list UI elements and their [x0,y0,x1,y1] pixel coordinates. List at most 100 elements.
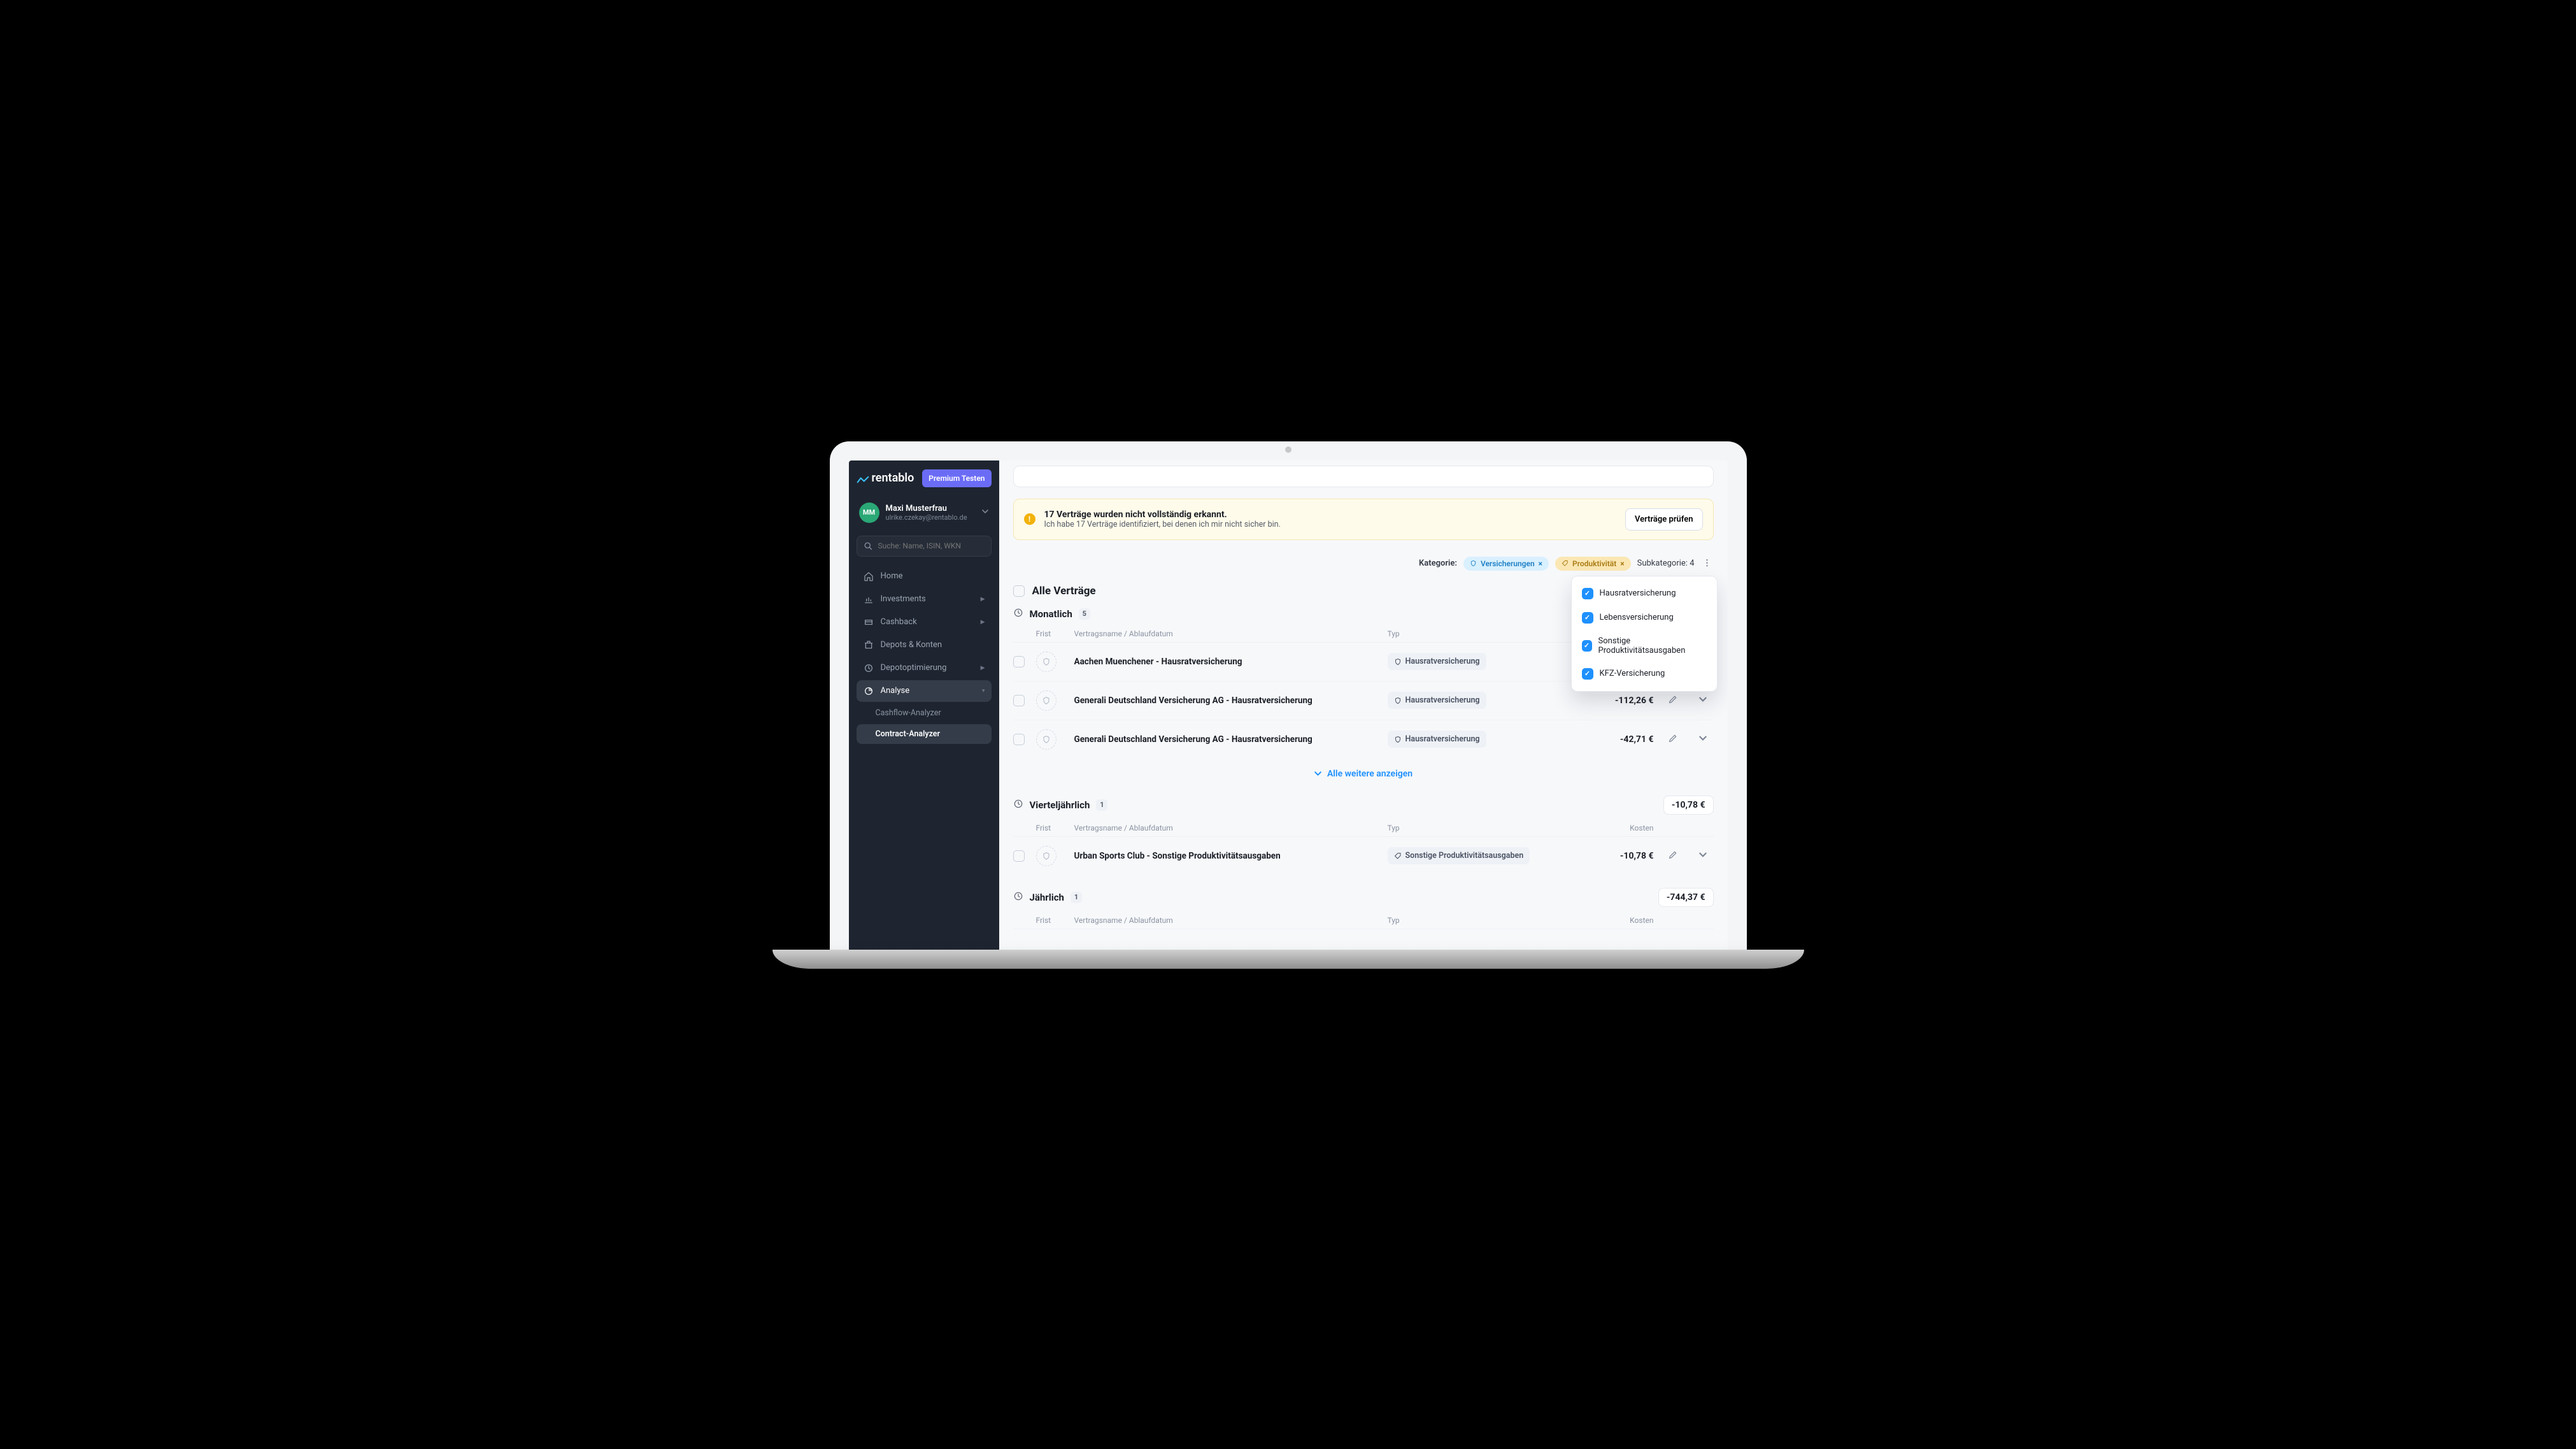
check-icon: ✓ [1582,612,1593,624]
nav-label: Cashback [881,617,917,627]
table-row: Generali Deutschland Versicherung AG - H… [1013,720,1714,759]
popover-option-sonstige[interactable]: ✓Sonstige Produktivitätsausgaben [1572,630,1717,662]
subcategory-popover: ✓Hausratversicherung ✓Lebensversicherung… [1571,576,1718,692]
row-type-tag[interactable]: Hausratversicherung [1388,653,1486,670]
chip-label: Produktivität [1572,559,1616,568]
subcategory-label[interactable]: Subkategorie: 4 [1637,559,1695,568]
chevron-down-icon: ▾ [982,688,985,694]
group-count: 5 [1079,608,1090,620]
subnav-contract[interactable]: Contract-Analyzer [857,724,992,744]
tag-icon [1562,560,1569,567]
frist-placeholder-icon[interactable] [1036,729,1057,750]
row-type-label: Hausratversicherung [1405,734,1480,744]
row-checkbox[interactable] [1013,850,1025,862]
shield-icon [1394,697,1402,704]
check-icon: ✓ [1582,640,1592,652]
warning-icon: ! [1024,513,1035,525]
main-content: ! 17 Verträge wurden nicht vollständig e… [999,460,1728,957]
search-input[interactable] [878,541,985,550]
row-name: Urban Sports Club - Sonstige Produktivit… [1074,851,1383,861]
edit-button[interactable] [1659,850,1687,862]
chip-close-icon[interactable]: × [1539,559,1542,568]
user-profile[interactable]: MM Maxi Musterfrau ulrike.czekay@rentabl… [857,499,992,527]
row-type-tag[interactable]: Sonstige Produktivitätsausgaben [1388,847,1530,864]
premium-button[interactable]: Premium Testen [922,469,991,487]
nav-home[interactable]: Home [857,566,992,587]
popover-option-hausrat[interactable]: ✓Hausratversicherung [1572,582,1717,606]
col-type: Typ [1388,824,1553,832]
group-total: -744,37 € [1658,888,1714,907]
more-menu-icon[interactable]: ⋮ [1701,559,1714,568]
nav-analyse[interactable]: Analyse ▾ [857,680,992,702]
col-cost: Kosten [1558,916,1654,925]
group-count: 1 [1096,799,1107,811]
popover-option-kfz[interactable]: ✓KFZ-Versicherung [1572,662,1717,686]
group-title: Monatlich [1030,608,1072,620]
shield-icon [1470,560,1477,567]
row-amount: -42,71 € [1558,734,1654,745]
tag-icon [1394,852,1402,860]
chip-productivity[interactable]: Produktivität × [1555,557,1631,571]
cashback-icon [863,617,874,627]
alert-action-button[interactable]: Verträge prüfen [1625,508,1703,531]
chevron-down-icon [1314,769,1322,778]
col-name: Vertragsname / Ablaufdatum [1074,916,1383,925]
expand-button[interactable] [1692,850,1714,862]
brand-logo[interactable]: rentablo [857,471,914,485]
laptop-frame: rentablo Premium Testen MM Maxi Musterfr… [830,441,1747,957]
category-label: Kategorie: [1419,559,1457,568]
edit-button[interactable] [1659,733,1687,746]
chart-icon [863,594,874,604]
col-frist: Frist [1036,629,1069,638]
table-header: Frist Vertragsname / Ablaufdatum Typ Kos… [1013,912,1714,929]
fade-mask [999,953,1728,957]
col-name: Vertragsname / Ablaufdatum [1074,824,1383,832]
frist-placeholder-icon[interactable] [1036,690,1057,711]
row-name: Generali Deutschland Versicherung AG - H… [1074,734,1383,745]
frist-placeholder-icon[interactable] [1036,846,1057,866]
nav-accounts[interactable]: Depots & Konten [857,634,992,656]
nav-optimize[interactable]: Depotoptimierung ▶ [857,657,992,679]
chip-insurance[interactable]: Versicherungen × [1463,557,1549,571]
sidebar-nav: Home Investments ▶ Cashback ▶ Depots & K… [857,566,992,744]
nav-label: Investments [881,594,926,604]
group-total: -10,78 € [1663,796,1714,815]
row-checkbox[interactable] [1013,656,1025,667]
sidebar-search[interactable] [857,536,992,557]
chevron-down-icon [1698,850,1707,859]
group-yearly: Jährlich 1 -744,37 € Frist Vertragsname … [1013,888,1714,929]
nav-cashback[interactable]: Cashback ▶ [857,611,992,633]
row-checkbox[interactable] [1013,734,1025,745]
table-body-quarterly: Urban Sports Club - Sonstige Produktivit… [1013,837,1714,875]
edit-button[interactable] [1659,694,1687,707]
nav-label: Depotoptimierung [881,663,947,673]
row-checkbox[interactable] [1013,695,1025,706]
analyse-icon [863,686,874,696]
select-all-checkbox[interactable] [1013,585,1025,597]
nav-label: Analyse [881,686,910,696]
accounts-icon [863,640,874,650]
table-row: Urban Sports Club - Sonstige Produktivit… [1013,837,1714,875]
chip-close-icon[interactable]: × [1620,559,1624,568]
row-type-label: Hausratversicherung [1405,657,1480,666]
pencil-icon [1668,850,1678,860]
expand-button[interactable] [1692,694,1714,706]
col-type: Typ [1388,629,1553,638]
subnav-cashflow[interactable]: Cashflow-Analyzer [857,703,992,723]
frist-placeholder-icon[interactable] [1036,652,1057,672]
expand-button[interactable] [1692,733,1714,745]
col-type: Typ [1388,916,1553,925]
col-frist: Frist [1036,916,1069,925]
search-icon [864,541,873,551]
nav-investments[interactable]: Investments ▶ [857,589,992,610]
row-amount: -112,26 € [1558,696,1654,706]
brand-mark-icon [857,475,869,484]
user-email: ulrike.czekay@rentablo.de [886,513,967,522]
row-amount: -10,78 € [1558,851,1654,861]
show-more-button[interactable]: Alle weitere anzeigen [1013,759,1714,783]
popover-option-leben[interactable]: ✓Lebensversicherung [1572,606,1717,630]
nav-label: Depots & Konten [881,640,943,650]
row-type-tag[interactable]: Hausratversicherung [1388,692,1486,709]
chip-label: Versicherungen [1481,559,1535,568]
row-type-tag[interactable]: Hausratversicherung [1388,731,1486,748]
